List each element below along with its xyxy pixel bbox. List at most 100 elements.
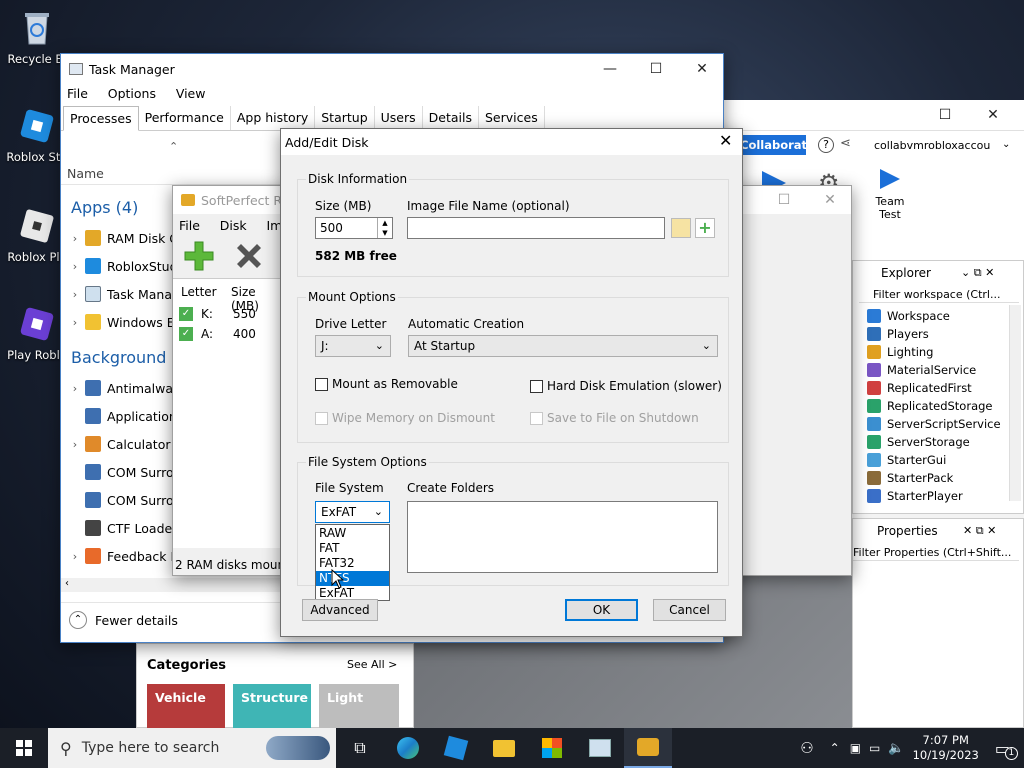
expand-chevron-icon[interactable]: › (65, 382, 85, 395)
expand-chevron-icon[interactable]: › (65, 316, 85, 329)
process-row[interactable]: › Antimalwar (65, 374, 185, 402)
process-row[interactable]: › Calculator (65, 430, 185, 458)
image-file-input[interactable] (407, 217, 665, 239)
process-row[interactable]: › Task Manag (65, 280, 185, 308)
tab-app-history[interactable]: App history (231, 106, 316, 130)
horizontal-scrollbar[interactable]: ‹ (61, 578, 281, 592)
tree-item[interactable]: Lighting (867, 343, 1017, 361)
process-row[interactable]: › Windows Ex (65, 308, 185, 336)
name-column-header[interactable]: Name (67, 166, 104, 181)
expand-chevron-icon[interactable]: › (65, 438, 85, 451)
menu-file[interactable]: File (67, 86, 88, 101)
properties-filter[interactable]: Filter Properties (Ctrl+Shift... (853, 545, 1019, 561)
add-disk-icon[interactable] (183, 240, 215, 272)
disk-row[interactable]: ✓ K: 550 (179, 307, 256, 321)
clock[interactable]: 7:07 PM 10/19/2023 (913, 733, 979, 763)
task-manager-minimize-button[interactable]: — (587, 54, 633, 84)
tab-services[interactable]: Services (479, 106, 545, 130)
size-input[interactable]: 500 ▲ ▼ (315, 217, 393, 239)
tree-item[interactable]: ServerScriptService (867, 415, 1017, 433)
tree-item[interactable]: ReplicatedFirst (867, 379, 1017, 397)
tab-processes[interactable]: Processes (63, 106, 139, 131)
process-row[interactable]: › RAM Disk G (65, 224, 185, 252)
dialog-close-button[interactable]: ✕ (719, 131, 732, 150)
explorer-controls[interactable]: ⌄ ⧉ ✕ (961, 266, 994, 280)
taskbar-ram-disk[interactable] (624, 728, 672, 768)
tab-users[interactable]: Users (375, 106, 423, 130)
category-tile-structure[interactable]: Structure (233, 684, 311, 729)
help-icon[interactable]: ? (818, 137, 834, 153)
process-row[interactable]: COM Surro (65, 458, 185, 486)
properties-controls[interactable]: ✕ ⧉ ✕ (963, 524, 996, 538)
ramdisk-maximize-button[interactable]: ☐ (761, 186, 807, 214)
taskbar-roblox-studio[interactable] (432, 728, 480, 768)
fewer-details-button[interactable]: ⌃ Fewer details (69, 611, 178, 629)
account-chevron-icon[interactable]: ⌄ (1002, 139, 1010, 150)
explorer-filter[interactable]: Filter workspace (Ctrl... (859, 287, 1019, 303)
remove-disk-icon[interactable] (233, 240, 265, 272)
tree-item[interactable]: StarterGui (867, 451, 1017, 469)
process-row[interactable]: COM Surro (65, 486, 185, 514)
process-row[interactable]: Application (65, 402, 185, 430)
account-name[interactable]: collabvmrobloxaccou (874, 139, 990, 152)
process-row[interactable]: › RobloxStud (65, 252, 185, 280)
ramdisk-close-button[interactable]: ✕ (807, 186, 853, 214)
menu-view[interactable]: View (176, 86, 206, 101)
collaborate-button[interactable]: Collaborate (740, 135, 815, 155)
tree-item[interactable]: StarterPack (867, 469, 1017, 487)
share-icon[interactable]: ⋖ (840, 136, 851, 151)
studio-close-button[interactable]: ✕ (970, 100, 1016, 130)
tree-item[interactable]: StarterPlayer (867, 487, 1017, 505)
tree-item[interactable]: Workspace (867, 307, 1017, 325)
ok-button[interactable]: OK (565, 599, 638, 621)
file-system-select[interactable]: ExFAT ⌄ (315, 501, 390, 523)
people-icon[interactable]: ⚇ (800, 739, 813, 757)
explorer-scrollbar[interactable] (1009, 305, 1021, 501)
network-icon[interactable]: ▣ (850, 741, 861, 755)
expand-chevron-icon[interactable]: › (65, 260, 85, 273)
tree-item[interactable]: Players (867, 325, 1017, 343)
notification-center-button[interactable]: ▭ 1 (995, 739, 1018, 760)
taskbar-store[interactable] (528, 728, 576, 768)
menu-file[interactable]: File (179, 218, 200, 233)
browse-folder-icon[interactable] (671, 218, 691, 238)
tab-startup[interactable]: Startup (315, 106, 375, 130)
cancel-button[interactable]: Cancel (653, 599, 726, 621)
disk-row[interactable]: ✓ A: 400 (179, 327, 256, 341)
taskbar-search-box[interactable]: ⚲ Type here to search (48, 728, 336, 768)
menu-options[interactable]: Options (108, 86, 156, 101)
category-tile-vehicle[interactable]: Vehicle (147, 684, 225, 729)
mount-removable-checkbox[interactable]: Mount as Removable (315, 377, 458, 391)
drive-letter-select[interactable]: J: ⌄ (315, 335, 391, 357)
expand-chevron-icon[interactable]: › (65, 232, 85, 245)
letter-column-header[interactable]: Letter (181, 285, 217, 299)
create-folders-textarea[interactable] (407, 501, 718, 573)
fs-option-ntfs[interactable]: NTFS (316, 571, 389, 586)
add-image-icon[interactable]: + (695, 218, 715, 238)
studio-maximize-button[interactable]: ☐ (922, 100, 968, 130)
process-row[interactable]: › Feedback H (65, 542, 185, 570)
start-button[interactable] (0, 728, 48, 768)
advanced-button[interactable]: Advanced (302, 599, 378, 621)
team-test-button[interactable]: Team Test (870, 169, 910, 221)
process-row[interactable]: CTF Loader (65, 514, 185, 542)
fs-option-fat[interactable]: FAT (316, 541, 389, 556)
taskbar-file-explorer[interactable] (480, 728, 528, 768)
auto-creation-select[interactable]: At Startup ⌄ (408, 335, 718, 357)
tree-item[interactable]: ServerStorage (867, 433, 1017, 451)
see-all-link[interactable]: See All > (347, 658, 397, 671)
task-manager-close-button[interactable]: ✕ (679, 54, 725, 84)
display-icon[interactable]: ▭ (869, 741, 880, 755)
size-spinner[interactable]: ▲ ▼ (377, 218, 392, 238)
tree-item[interactable]: ReplicatedStorage (867, 397, 1017, 415)
hdd-emulation-checkbox[interactable]: Hard Disk Emulation (slower) (530, 379, 722, 393)
tab-performance[interactable]: Performance (139, 106, 231, 130)
tab-details[interactable]: Details (423, 106, 479, 130)
chevron-up-icon[interactable]: ⌃ (830, 741, 840, 755)
taskbar-task-manager[interactable] (576, 728, 624, 768)
sort-up-icon[interactable]: ⌃ (169, 140, 178, 153)
expand-chevron-icon[interactable]: › (65, 288, 85, 301)
fs-option-fat32[interactable]: FAT32 (316, 556, 389, 571)
task-manager-maximize-button[interactable]: ☐ (633, 54, 679, 84)
fs-option-raw[interactable]: RAW (316, 526, 389, 541)
